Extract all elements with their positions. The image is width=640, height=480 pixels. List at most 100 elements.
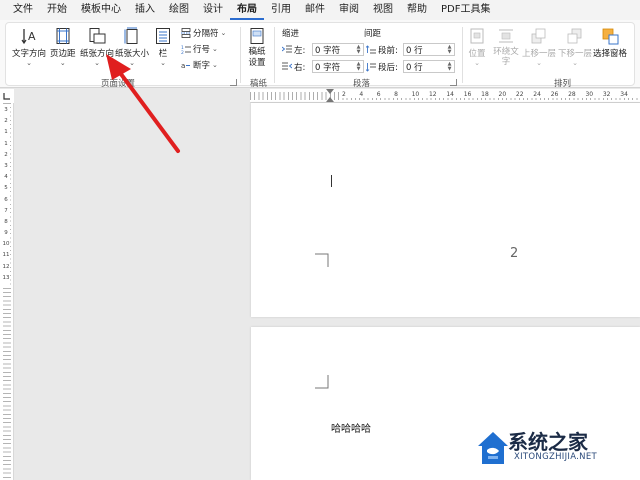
ruler-number: 8 (394, 91, 412, 98)
selection-pane-button[interactable]: 选择窗格 (593, 25, 627, 59)
ruler-number: 20 (498, 91, 516, 98)
spacing-after-input[interactable]: 0 行 ▲ ▼ (403, 60, 455, 73)
spacing-before-icon (366, 45, 376, 54)
chevron-down-icon: ⌄ (536, 59, 542, 67)
chevron-down-icon: ⌄ (160, 59, 166, 67)
text-direction-button[interactable]: A 文字方向 ⌄ (12, 25, 46, 67)
chevron-down-icon: ⌄ (26, 59, 32, 67)
tab-stop-selector-icon[interactable] (0, 89, 14, 103)
tab-view[interactable]: 视图 (366, 0, 400, 20)
ruler-number: 3 (2, 162, 10, 175)
spinner-arrows-icon[interactable]: ▲ ▼ (355, 44, 362, 55)
watermark-subtitle: XITONGZHIJIA.NET (514, 452, 597, 462)
ruler-number: 4 (2, 174, 10, 186)
ruler-number: 8 (2, 218, 10, 231)
ruler-number: 4 (359, 91, 377, 98)
paper-size-button[interactable]: 纸张大小 ⌄ (115, 25, 149, 67)
chevron-down-icon: ⌄ (59, 59, 66, 67)
ruler-number: 18 (481, 91, 499, 98)
orientation-icon (89, 28, 106, 44)
spacing-before-label: 段前: (366, 44, 398, 56)
crop-mark-icon (315, 253, 329, 267)
ruler-number: 32 (602, 91, 621, 98)
paragraph-dialog-launcher-icon[interactable] (450, 79, 457, 86)
chevron-down-icon: ⌄ (220, 29, 227, 37)
spinner-arrows-icon[interactable]: ▲ ▼ (355, 61, 362, 72)
wrap-text-button[interactable]: 环绕文字 (492, 25, 520, 67)
spacing-header: 间距 (364, 29, 382, 39)
first-line-indent-marker[interactable] (326, 89, 334, 94)
watermark-title: 系统之家 (508, 430, 588, 454)
ruler-number: 3 (2, 107, 10, 119)
hyphenation-button[interactable]: a 断字 ⌄ (181, 59, 218, 71)
ruler-number: 2 (342, 91, 360, 98)
position-icon (470, 28, 484, 44)
tab-pdf-tools[interactable]: PDF工具集 (434, 0, 497, 20)
hanging-indent-marker[interactable] (326, 97, 334, 102)
position-button[interactable]: 位置 ⌄ (468, 25, 486, 67)
menu-bar: 文件 开始 模板中心 插入 绘图 设计 布局 引用 邮件 审阅 视图 帮助 PD… (0, 0, 640, 20)
spacing-before-input[interactable]: 0 行 ▲ ▼ (403, 43, 455, 56)
chevron-down-icon: ⌄ (94, 59, 100, 67)
tab-review[interactable]: 审阅 (332, 0, 366, 20)
wrap-text-icon (499, 29, 513, 43)
indent-left-input[interactable]: 0 字符 ▲ ▼ (312, 43, 364, 56)
chevron-down-icon: ⌄ (572, 59, 578, 67)
group-divider (462, 27, 463, 83)
ruler-number: 26 (550, 91, 569, 98)
svg-text:2: 2 (181, 50, 184, 54)
columns-button[interactable]: 栏 ⌄ (154, 25, 172, 67)
ruler-number: 2 (2, 151, 10, 163)
chevron-down-icon: ⌄ (474, 59, 480, 67)
tab-references[interactable]: 引用 (264, 0, 298, 20)
line-numbers-button[interactable]: 1 2 行号 ⌄ (181, 43, 218, 55)
indent-left-icon (282, 45, 292, 53)
spinner-arrows-icon[interactable]: ▲ ▼ (446, 61, 453, 72)
margins-button[interactable]: 页边距 ⌄ (50, 25, 76, 67)
watermark-house-icon (478, 432, 508, 464)
ruler-number: 9 (2, 230, 10, 242)
spinner-arrows-icon[interactable]: ▲ ▼ (446, 44, 453, 55)
ruler-number: 28 (568, 91, 586, 98)
watermark-logo: 系统之家 XITONGZHIJIA.NET (470, 420, 640, 480)
indent-left-label: 左: (282, 44, 305, 56)
tab-help[interactable]: 帮助 (400, 0, 434, 20)
send-backward-button[interactable]: 下移一层 ⌄ (558, 25, 592, 67)
horizontal-ruler[interactable]: 2 4 6 8 10 12 14 16 18 20 22 24 26 28 30 32 34 (250, 89, 640, 103)
ruler-numbers: 3 2 1 1 2 3 4 5 6 7 8 9 10 11 12 13 (2, 107, 10, 286)
vertical-ruler[interactable]: 3 2 1 1 2 3 4 5 6 7 8 9 10 11 12 13 (0, 103, 14, 480)
tab-home[interactable]: 开始 (40, 0, 74, 20)
ruler-number: 13 (2, 274, 10, 286)
bring-forward-button[interactable]: 上移一层 ⌄ (522, 25, 556, 67)
ruler-number: 10 (2, 241, 10, 253)
draft-group-label: 稿纸 (250, 79, 268, 89)
arrange-group-label: 排列 (554, 79, 572, 89)
page-setup-dialog-launcher-icon[interactable] (230, 79, 237, 86)
ribbon-panel: A 文字方向 ⌄ 页边距 ⌄ 纸张方向 ⌄ 纸张大小 ⌄ 栏 ⌄ 分隔符 ⌄ 1… (5, 22, 635, 89)
chevron-down-icon: ⌄ (212, 45, 218, 53)
chevron-down-icon: ⌄ (212, 61, 218, 69)
ruler-number: 10 (411, 91, 429, 98)
ruler-number: 1 (2, 129, 10, 141)
tab-file[interactable]: 文件 (6, 0, 40, 20)
document-body-text[interactable]: 哈哈哈哈 (331, 420, 371, 435)
tab-mailings[interactable]: 邮件 (298, 0, 332, 20)
ruler-number: 22 (515, 91, 534, 98)
page-number: 2 (510, 246, 519, 261)
chevron-down-icon: ⌄ (129, 59, 135, 67)
breaks-button[interactable]: 分隔符 ⌄ (181, 27, 226, 39)
svg-text:A: A (28, 30, 36, 43)
indent-right-input[interactable]: 0 字符 ▲ ▼ (312, 60, 364, 73)
orientation-button[interactable]: 纸张方向 ⌄ (80, 25, 114, 67)
draft-paper-button[interactable]: 稿纸设置 (246, 25, 268, 69)
indent-header: 缩进 (282, 29, 300, 39)
tab-insert[interactable]: 插入 (128, 0, 162, 20)
tab-layout[interactable]: 布局 (230, 0, 264, 20)
ruler-number: 1 (2, 140, 10, 152)
ruler-number: 11 (2, 252, 10, 264)
tab-draw[interactable]: 绘图 (162, 0, 196, 20)
tab-design[interactable]: 设计 (196, 0, 230, 20)
document-page[interactable]: 2 (251, 103, 640, 317)
tab-template-center[interactable]: 模板中心 (74, 0, 128, 20)
ruler-number: 34 (620, 91, 638, 98)
